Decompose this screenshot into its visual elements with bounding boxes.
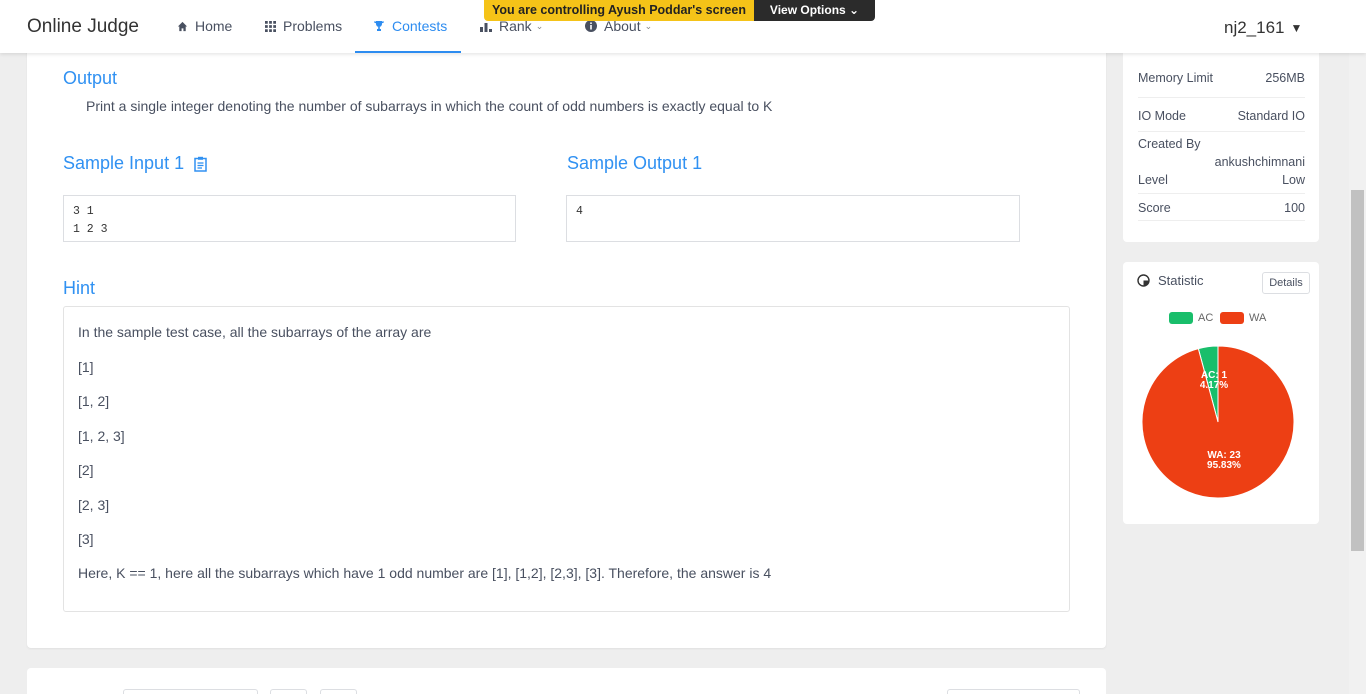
- legend-swatch: [1169, 312, 1193, 324]
- info-label: Level: [1138, 173, 1168, 187]
- hint-line: [2]: [78, 462, 94, 478]
- page-scrollbar-thumb[interactable]: [1351, 190, 1364, 551]
- legend-label: WA: [1249, 312, 1267, 324]
- nav-problems[interactable]: Problems: [265, 18, 342, 34]
- hint-line: [2, 3]: [78, 497, 110, 513]
- legend-swatch: [1220, 312, 1244, 324]
- legend-label: AC: [1198, 312, 1214, 324]
- info-value: 256MB: [1265, 71, 1305, 85]
- info-label: Created By: [1138, 137, 1201, 151]
- divider: [1138, 97, 1305, 98]
- active-tab-indicator: [355, 51, 461, 53]
- legend-item-wa[interactable]: WA: [1220, 312, 1266, 324]
- divider: [1138, 193, 1305, 194]
- statistic-card: Statistic Details AC WA AC: 1 4.17% WA: 23…: [1123, 262, 1319, 524]
- pie-slice-wa[interactable]: [1141, 345, 1295, 499]
- info-row-memory: Memory Limit 256MB: [1138, 71, 1305, 85]
- editor-tool-button[interactable]: [320, 689, 357, 694]
- statistic-heading: Statistic: [1137, 273, 1204, 288]
- info-row-created-by-value: ankushchimnani: [1138, 155, 1305, 169]
- view-options-button[interactable]: View Options ⌄: [754, 0, 875, 21]
- pie-label-wa: 95.83%: [1207, 460, 1241, 471]
- statistic-title: Statistic: [1158, 273, 1204, 288]
- sample-input-heading: Sample Input 1: [63, 153, 207, 174]
- nav-home-label: Home: [195, 18, 233, 34]
- chevron-down-icon: ⌄: [535, 20, 544, 31]
- info-label: Memory Limit: [1138, 71, 1214, 85]
- code-editor-card: [27, 668, 1106, 694]
- remote-control-banner: You are controlling Ayush Poddar's scree…: [484, 0, 875, 21]
- theme-select[interactable]: [947, 689, 1080, 694]
- grid-icon: [265, 20, 276, 32]
- trophy-icon: [373, 21, 385, 31]
- info-icon: [585, 20, 597, 32]
- submission-pie-chart: AC: 14.17%WA: 2395.83%: [1141, 345, 1295, 499]
- clipboard-icon[interactable]: [194, 156, 207, 172]
- user-menu[interactable]: nj2_161 ▼: [1224, 18, 1302, 38]
- hint-line: [3]: [78, 531, 94, 547]
- sample-input-title: Sample Input 1: [63, 153, 185, 173]
- pie-label-ac: 4.17%: [1200, 380, 1228, 391]
- legend-item-ac[interactable]: AC: [1169, 312, 1213, 324]
- info-label: Score: [1138, 201, 1171, 215]
- hint-line: Here, K == 1, here all the subarrays whi…: [78, 565, 772, 581]
- info-row-io-mode: IO Mode Standard IO: [1138, 109, 1305, 123]
- caret-down-icon: ▼: [1290, 21, 1303, 35]
- info-value: Standard IO: [1237, 109, 1305, 123]
- nav-problems-label: Problems: [283, 18, 343, 34]
- nav-home[interactable]: Home: [177, 18, 232, 34]
- info-value: 100: [1284, 201, 1305, 215]
- details-button[interactable]: Details: [1262, 272, 1310, 294]
- output-description: Print a single integer denoting the numb…: [86, 98, 773, 114]
- remote-control-message: You are controlling Ayush Poddar's scree…: [484, 0, 754, 21]
- divider: [1138, 131, 1305, 132]
- sample-output-title: Sample Output 1: [567, 153, 703, 173]
- hint-line: [1]: [78, 359, 94, 375]
- info-value: Low: [1282, 173, 1305, 187]
- nav-contests[interactable]: Contests: [373, 18, 447, 34]
- bar-chart-icon: [480, 22, 492, 32]
- username: nj2_161: [1224, 18, 1285, 37]
- info-row-score: Score 100: [1138, 201, 1305, 215]
- home-icon: [177, 21, 188, 31]
- hint-line: [1, 2]: [78, 393, 110, 409]
- sample-output-box[interactable]: 4: [566, 195, 1020, 242]
- info-label: IO Mode: [1138, 109, 1186, 123]
- nav-contests-label: Contests: [392, 18, 448, 34]
- divider: [1138, 220, 1305, 221]
- brand-logo[interactable]: Online Judge: [27, 16, 139, 38]
- problem-card: Output Print a single integer denoting t…: [27, 30, 1106, 648]
- info-row-created-by: Created By: [1138, 137, 1305, 151]
- hint-title: Hint: [63, 278, 96, 298]
- hint-box: In the sample test case, all the subarra…: [63, 306, 1070, 612]
- editor-tool-button[interactable]: [270, 689, 307, 694]
- problem-info-card: Memory Limit 256MB IO Mode Standard IO C…: [1123, 30, 1319, 242]
- hint-line: [1, 2, 3]: [78, 428, 125, 444]
- pie-chart-icon: [1137, 274, 1150, 287]
- sample-input-box[interactable]: 3 1 1 2 3: [63, 195, 516, 242]
- output-title: Output: [63, 68, 118, 88]
- info-value[interactable]: ankushchimnani: [1215, 155, 1305, 169]
- hint-line: In the sample test case, all the subarra…: [78, 324, 432, 340]
- chevron-down-icon: ⌄: [644, 20, 653, 31]
- language-select[interactable]: [123, 689, 258, 694]
- info-row-level: Level Low: [1138, 173, 1305, 187]
